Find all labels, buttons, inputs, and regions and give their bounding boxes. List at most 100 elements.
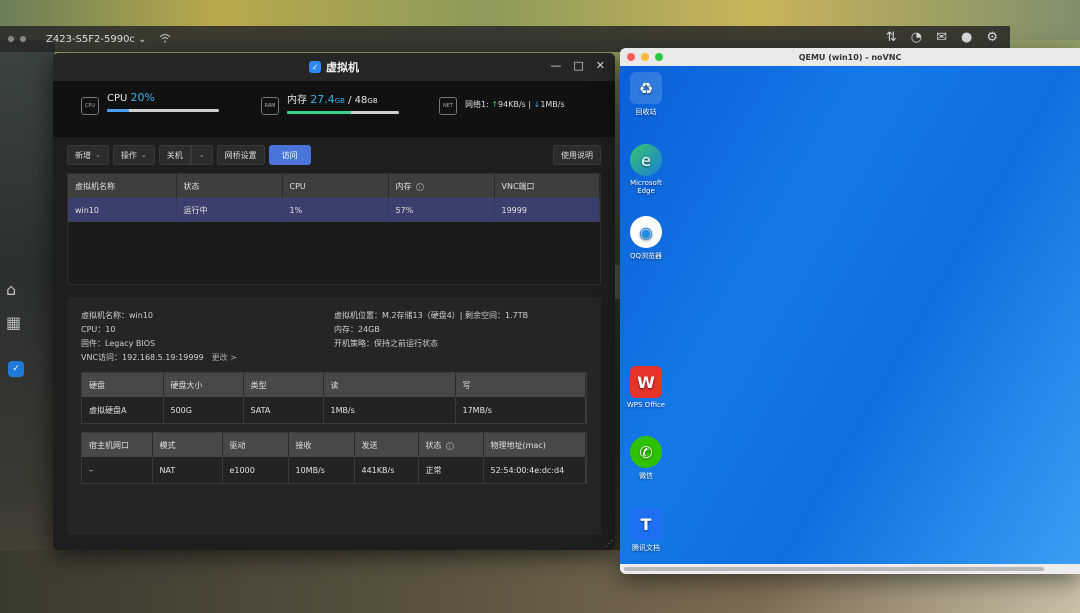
column-header: 类型 — [243, 373, 324, 397]
desktop-icon-tencent-docs[interactable]: T 腾讯文档 — [621, 508, 671, 553]
column-header: 接收 — [288, 433, 355, 457]
network-icon: NET — [439, 97, 457, 115]
column-header[interactable]: CPU — [282, 174, 389, 198]
column-header: 写 — [455, 373, 586, 397]
detail-boot-policy: 开机策略：保持之前运行状态 — [334, 339, 438, 348]
operations-dropdown-button[interactable]: 操作 ⌄ — [112, 145, 155, 165]
minimize-dot[interactable] — [641, 53, 649, 61]
lamp-icon[interactable]: ⌂ — [6, 280, 21, 299]
table-row[interactable]: win10 运行中 1% 57% 19999 — [68, 198, 600, 222]
close-dot[interactable] — [627, 53, 635, 61]
windows-desktop[interactable]: ♻ 回收站 e Microsoft Edge ◉ QQ浏览器 W WPS Off… — [620, 66, 1080, 564]
wifi-icon — [159, 33, 171, 46]
chevron-down-icon: ⌄ — [198, 151, 205, 159]
desktop-icon-qq-browser[interactable]: ◉ QQ浏览器 — [621, 216, 671, 261]
vm-titlebar[interactable]: ✓ 虚拟机 — □ ✕ — [53, 53, 615, 81]
vm-memory-cell: 57% — [388, 198, 495, 222]
mem-usage-fill — [287, 111, 351, 114]
qq-browser-icon: ◉ — [630, 216, 662, 248]
apps-grid-icon[interactable]: ▦ — [6, 313, 21, 332]
net-down: 1MB/s — [540, 100, 565, 109]
minimize-icon[interactable]: — — [550, 59, 561, 72]
resource-stats: CPU CPU 20% RAM 内存 27.4GB / 48GB NET 网络1… — [53, 81, 615, 137]
mem-usage-bar — [287, 111, 399, 114]
column-header: 发送 — [354, 433, 419, 457]
qemu-title: QEMU (win10) - noVNC — [798, 52, 902, 62]
horizontal-scrollbar[interactable] — [620, 564, 1080, 574]
disk-table: 硬盘 硬盘大小 类型 读 写 虚拟硬盘A 500G SATA 1MB/s 17M… — [81, 372, 587, 424]
column-header: 状态 i — [418, 433, 484, 457]
chevron-down-icon: ⌄ — [138, 33, 147, 45]
cpu-value: 20% — [130, 91, 155, 104]
window-dot[interactable] — [8, 36, 14, 42]
column-header: 驱动 — [222, 433, 289, 457]
info-icon[interactable]: i — [445, 441, 454, 450]
vm-vnc-port-cell: 19999 — [494, 198, 600, 222]
column-header: 硬盘大小 — [163, 373, 244, 397]
table-row: 虚拟硬盘A 500G SATA 1MB/s 17MB/s — [82, 397, 586, 423]
column-header[interactable]: 内存 i — [388, 174, 495, 198]
detail-vm-name: 虚拟机名称：win10 — [81, 311, 154, 320]
recycle-bin-icon: ♻ — [630, 72, 662, 104]
column-header[interactable]: VNC端口 — [494, 174, 600, 198]
cpu-chip-icon: CPU — [81, 97, 99, 115]
tencent-docs-icon: T — [630, 508, 662, 540]
detail-vnc: VNC访问：192.168.5.19:19999 — [81, 353, 204, 362]
detail-cpu: CPU：10 — [81, 325, 116, 334]
user-icon[interactable]: ● — [961, 30, 972, 45]
shutdown-button[interactable]: 关机 — [158, 145, 191, 165]
info-icon[interactable]: i — [415, 182, 424, 191]
close-icon[interactable]: ✕ — [596, 59, 605, 72]
column-header[interactable]: 虚拟机名称 — [68, 174, 177, 198]
network-speed: 网络1: ↑94KB/s | ↓1MB/s — [465, 100, 565, 109]
shutdown-dropdown-toggle[interactable]: ⌄ — [190, 145, 213, 165]
mem-used: 27.4 — [310, 93, 335, 106]
zoom-dot[interactable] — [655, 53, 663, 61]
gear-icon[interactable]: ⚙ — [986, 30, 998, 45]
ram-chip-icon: RAM — [261, 97, 279, 115]
chevron-down-icon: ⌄ — [95, 151, 101, 159]
column-header: 读 — [323, 373, 456, 397]
chevron-down-icon: ⌄ — [140, 151, 147, 159]
cpu-usage-fill — [107, 109, 130, 112]
new-dropdown-button[interactable]: 新增 ⌄ — [67, 145, 109, 165]
scrollbar-thumb[interactable] — [624, 567, 1044, 571]
vm-app-dock-icon[interactable]: ✓ — [8, 361, 24, 377]
resize-grip-icon[interactable]: ⋰ — [605, 539, 613, 548]
maximize-icon[interactable]: □ — [573, 59, 583, 72]
transfer-icon[interactable]: ⇅ — [886, 30, 897, 45]
desktop-icon-recycle-bin[interactable]: ♻ 回收站 — [621, 72, 671, 117]
vm-manager-window: ✓ 虚拟机 — □ ✕ CPU CPU 20% RAM 内存 27.4GB / … — [53, 53, 615, 550]
detail-firmware: 固件：Legacy BIOS — [81, 339, 156, 348]
visit-button[interactable]: 访问 — [268, 145, 311, 165]
change-vnc-link[interactable]: 更改 > — [212, 353, 237, 362]
desktop-icon-wps[interactable]: W WPS Office — [621, 366, 671, 409]
column-header: 物理地址(mac) — [483, 433, 586, 457]
desktop-icon-edge[interactable]: e Microsoft Edge — [621, 144, 671, 195]
cpu-usage-bar — [107, 109, 219, 112]
host-device-selector[interactable]: Z423-S5F2-5990c ⌄ — [46, 34, 147, 45]
window-title: 虚拟机 — [326, 61, 359, 74]
bridge-settings-button[interactable]: 网桥设置 — [216, 145, 265, 165]
help-button[interactable]: 使用说明 — [553, 145, 601, 165]
vm-details-panel: 虚拟机名称：win10 CPU：10 固件：Legacy BIOS VNC访问：… — [67, 297, 601, 535]
vm-name-cell: win10 — [68, 198, 177, 222]
vm-app-icon: ✓ — [309, 61, 321, 73]
vm-list-table: 虚拟机名称 状态 CPU 内存 i VNC端口 win10 运行中 1% 57% … — [67, 173, 601, 285]
mail-icon[interactable]: ✉ — [936, 30, 947, 45]
mem-total: 48 — [354, 95, 368, 106]
column-header: 宿主机网口 — [82, 433, 153, 457]
table-row: – NAT e1000 10MB/s 441KB/s 正常 52:54:00:4… — [82, 457, 586, 483]
column-header[interactable]: 状态 — [176, 174, 283, 198]
qemu-vnc-window: QEMU (win10) - noVNC ♻ 回收站 e Microsoft E… — [620, 48, 1080, 574]
column-header: 硬盘 — [82, 373, 164, 397]
dashboard-icon[interactable]: ◔ — [911, 30, 922, 45]
mem-label: 内存 — [287, 95, 307, 106]
host-device-name: Z423-S5F2-5990c — [46, 33, 135, 45]
cpu-label: CPU — [107, 93, 128, 104]
detail-location: 虚拟机位置：M.2存储13（硬盘4）| 剩余空间：1.7TB — [334, 311, 529, 320]
qemu-titlebar[interactable]: QEMU (win10) - noVNC — [620, 48, 1080, 66]
desktop-icon-wechat[interactable]: ✆ 微信 — [621, 436, 671, 481]
window-dot[interactable] — [20, 36, 26, 42]
vm-status-cell: 运行中 — [176, 198, 283, 222]
